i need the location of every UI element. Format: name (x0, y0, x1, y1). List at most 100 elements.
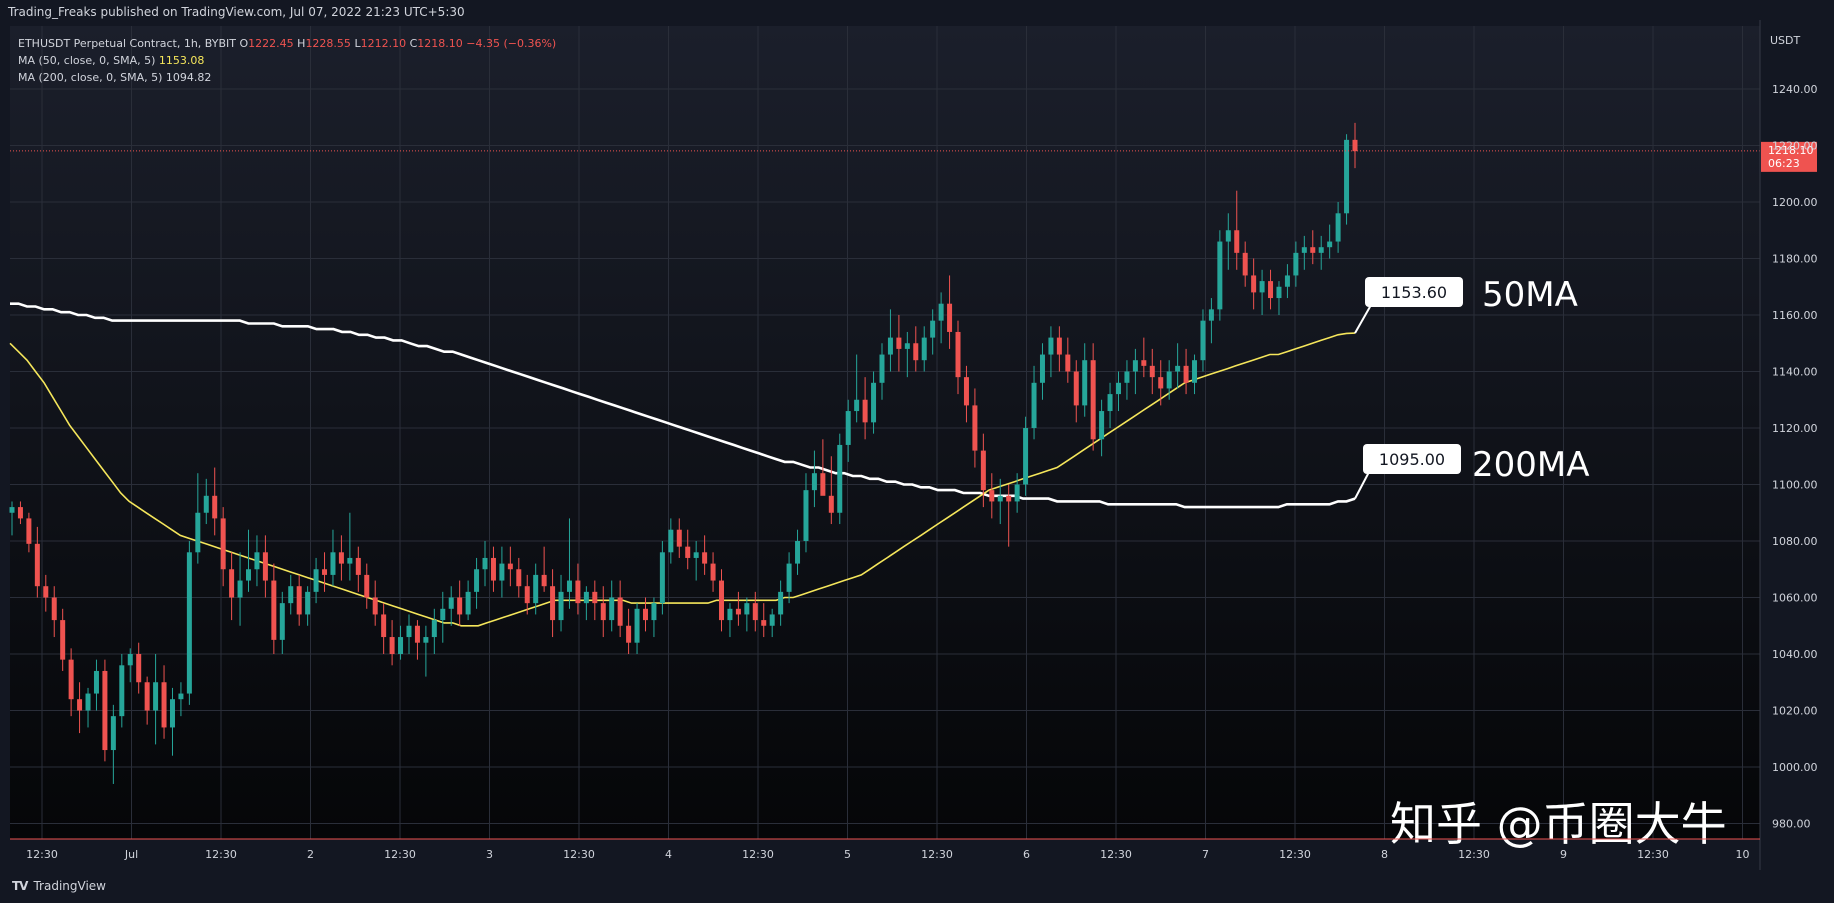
candle-body (879, 354, 885, 383)
x-tick-label: 12:30 (563, 848, 595, 861)
candle-body (710, 563, 716, 581)
candle-body (1251, 275, 1257, 293)
candle-body (195, 512, 201, 553)
candle-body (516, 569, 522, 587)
candle-body (499, 563, 505, 581)
candle-body (1318, 247, 1324, 253)
candle-body (947, 303, 953, 332)
candle-body (1166, 371, 1172, 389)
price-chart[interactable]: 1218.10 06:23 1153.60 50MA 1095.00 200MA 知乎 @… (0, 0, 1834, 903)
ma50-label[interactable]: MA (50, close, 0, SMA, 5) (18, 54, 155, 67)
candle-body (423, 637, 429, 643)
candle-body (169, 699, 175, 728)
tradingview-logo[interactable]: TV TradingView (12, 879, 106, 893)
candle-body (119, 665, 125, 717)
candle-body (279, 603, 285, 640)
candle-body (1082, 360, 1088, 406)
candle-body (34, 543, 40, 587)
candle-body (1099, 411, 1105, 440)
candle-body (1183, 365, 1189, 383)
candle-body (482, 557, 488, 570)
candle-body (68, 659, 74, 700)
candle-body (617, 597, 623, 626)
change-value: −4.35 (−0.36%) (466, 37, 557, 50)
x-tick-label: 12:30 (1279, 848, 1311, 861)
candle-body (854, 399, 860, 412)
candle-body (389, 637, 395, 654)
candle-body (1192, 360, 1198, 383)
candle-body (887, 337, 893, 355)
y-tick-label: 1120.00 (1772, 422, 1818, 435)
candle-body (904, 343, 910, 349)
candle-body (862, 399, 868, 423)
candle-body (17, 507, 23, 519)
chart-frame: Trading_Freaks published on TradingView.… (0, 0, 1834, 903)
x-tick-label: 9 (1560, 848, 1567, 861)
candle-body (1208, 309, 1214, 321)
candle-body (347, 557, 353, 564)
candle-body (507, 563, 513, 570)
candle-body (1268, 281, 1274, 299)
candle-body (43, 586, 49, 598)
candle-body (997, 495, 1003, 502)
candle-body (930, 320, 936, 338)
candle-body (651, 603, 657, 621)
candle-body (229, 569, 235, 598)
candle-body (60, 620, 66, 660)
tradingview-brand: TradingView (33, 879, 106, 893)
candle-body (77, 699, 83, 711)
candle-body (457, 597, 463, 615)
chart-legend: ETHUSDT Perpetual Contract, 1h, BYBIT O1… (18, 35, 556, 86)
x-tick-label: Jul (124, 848, 138, 861)
candle-body (828, 495, 834, 513)
candle-body (583, 591, 589, 604)
ma200-label[interactable]: MA (200, close, 0, SMA, 5) (18, 71, 162, 84)
candle-body (1276, 286, 1282, 299)
candle-body (448, 597, 454, 609)
candle-body (642, 608, 648, 621)
candle-body (212, 495, 218, 519)
x-tick-label: 12:30 (1100, 848, 1132, 861)
candle-body (541, 574, 547, 587)
ma50-value: 1153.08 (158, 54, 205, 67)
candle-body (795, 541, 801, 564)
y-tick-label: 1000.00 (1772, 761, 1818, 774)
candle-body (566, 580, 572, 592)
candle-body (820, 473, 826, 496)
candle-body (1031, 382, 1037, 428)
candle-body (685, 546, 691, 558)
candle-body (1039, 354, 1045, 383)
candle-body (102, 670, 108, 751)
candle-body (1048, 337, 1054, 355)
candle-body (355, 557, 361, 575)
candle-body (1107, 394, 1113, 412)
candle-body (26, 518, 32, 544)
x-tick-label: 12:30 (205, 848, 237, 861)
symbol-label[interactable]: ETHUSDT Perpetual Contract, 1h, BYBIT (18, 37, 236, 50)
candle-body (127, 654, 133, 666)
candle-body (1073, 371, 1079, 406)
candle-body (668, 529, 674, 553)
candle-body (1065, 354, 1071, 372)
y-tick-label: 1160.00 (1772, 309, 1818, 322)
candle-body (178, 693, 184, 700)
candle-body (845, 411, 851, 445)
candle-body (524, 586, 530, 604)
candle-body (1023, 428, 1029, 485)
x-tick-label: 7 (1202, 848, 1209, 861)
candle-body (735, 608, 741, 615)
candle-body (600, 603, 606, 621)
candle-body (381, 614, 387, 638)
candle-body (1124, 371, 1130, 383)
candle-body (761, 620, 767, 626)
annotation-ma-label: 200MA (1472, 445, 1590, 485)
candle-body (702, 552, 708, 564)
x-tick-label: 4 (665, 848, 672, 861)
x-tick-label: 12:30 (26, 848, 58, 861)
candle-body (1090, 360, 1096, 440)
candle-body (9, 507, 15, 513)
candle-body (153, 682, 159, 711)
candle-body (271, 580, 277, 640)
candle-body (955, 331, 961, 378)
candle-body (871, 382, 877, 423)
